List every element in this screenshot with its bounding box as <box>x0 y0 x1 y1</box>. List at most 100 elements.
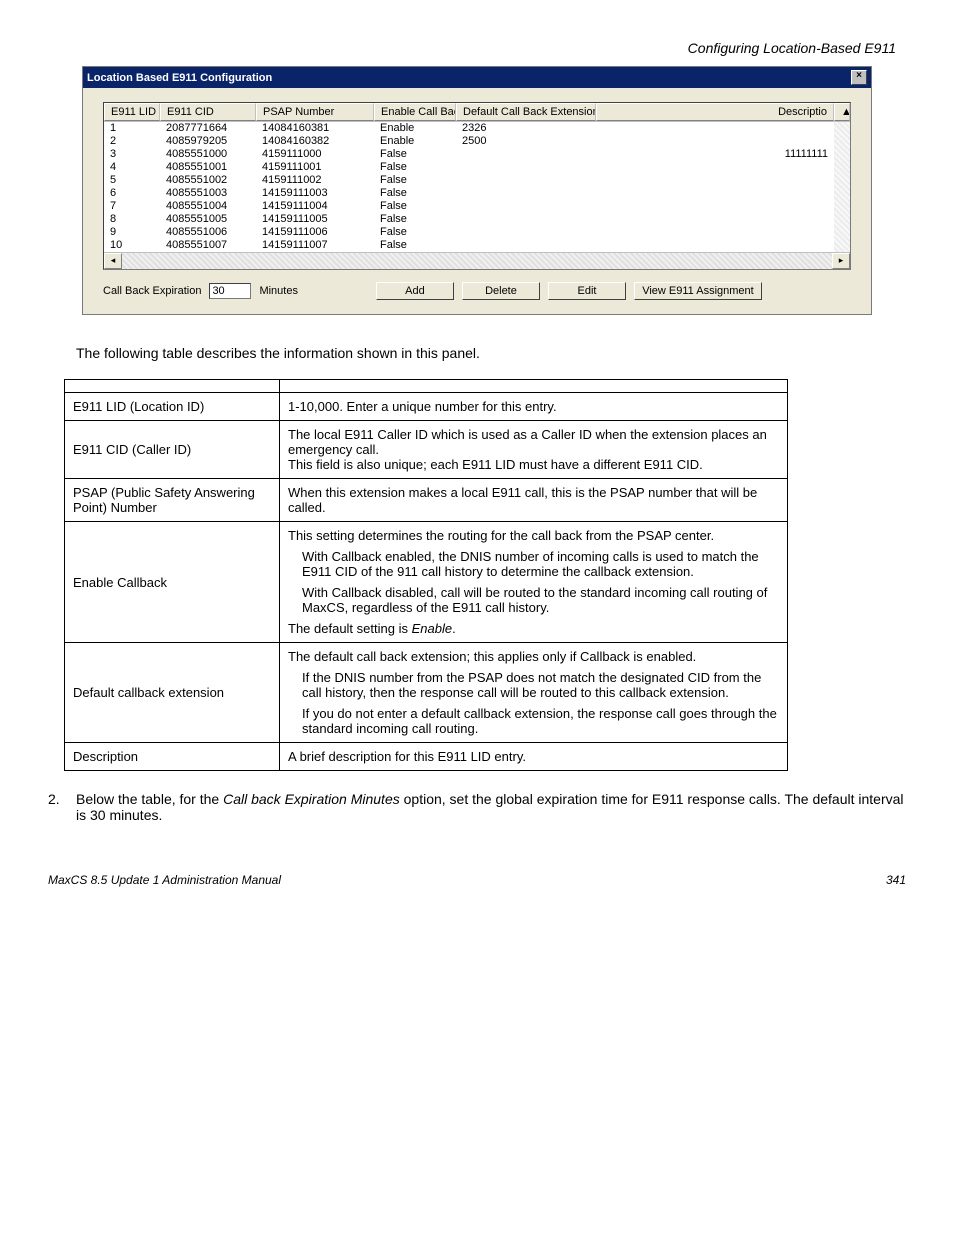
list-cell: 3 <box>104 148 160 161</box>
table-row[interactable]: 7408555100414159111004False <box>104 200 850 213</box>
table-row[interactable]: 440855510014159111001False <box>104 161 850 174</box>
list-cell: 4085551006 <box>160 226 256 239</box>
desc-row-label: E911 LID (Location ID) <box>65 393 280 421</box>
list-cell: 4085551005 <box>160 213 256 226</box>
listview-header: E911 LID E911 CID PSAP Number Enable Cal… <box>104 103 850 122</box>
edit-button[interactable]: Edit <box>548 282 626 300</box>
list-cell: 2 <box>104 135 160 148</box>
list-cell: 7 <box>104 200 160 213</box>
desc-row-label: Default callback extension <box>65 643 280 743</box>
list-cell <box>456 226 596 239</box>
list-cell: False <box>374 174 456 187</box>
table-row[interactable]: 540855510024159111002False <box>104 174 850 187</box>
list-cell: 4 <box>104 161 160 174</box>
list-cell: 14159111004 <box>256 200 374 213</box>
list-cell: 8 <box>104 213 160 226</box>
e911-config-dialog: Location Based E911 Configuration × E911… <box>82 66 872 315</box>
table-row[interactable]: 9408555100614159111006False <box>104 226 850 239</box>
list-cell: 4085551004 <box>160 200 256 213</box>
list-cell <box>596 122 850 135</box>
footer-doc-title: MaxCS 8.5 Update 1 Administration Manual <box>48 873 281 887</box>
list-cell: Enable <box>374 135 456 148</box>
table-row[interactable]: 10408555100714159111007False <box>104 239 850 252</box>
desc-row-text: The default call back extension; this ap… <box>280 643 788 743</box>
list-cell <box>596 161 850 174</box>
desc-row-label: Description <box>65 743 280 771</box>
list-cell: 2326 <box>456 122 596 135</box>
list-cell <box>456 174 596 187</box>
col-header-lid[interactable]: E911 LID <box>104 103 160 121</box>
col-header-psap[interactable]: PSAP Number <box>256 103 374 121</box>
page-footer: MaxCS 8.5 Update 1 Administration Manual… <box>48 873 906 887</box>
list-cell: 5 <box>104 174 160 187</box>
list-cell <box>456 200 596 213</box>
list-cell: 4085551002 <box>160 174 256 187</box>
table-row[interactable]: 6408555100314159111003False <box>104 187 850 200</box>
desc-row-text: When this extension makes a local E911 c… <box>280 479 788 522</box>
desc-row-text: The local E911 Caller ID which is used a… <box>280 421 788 479</box>
list-cell: 10 <box>104 239 160 252</box>
list-cell: 4085551003 <box>160 187 256 200</box>
col-header-enable-callback[interactable]: Enable Call Back <box>374 103 456 121</box>
col-header-cid[interactable]: E911 CID <box>160 103 256 121</box>
table-row[interactable]: 2408597920514084160382Enable2500 <box>104 135 850 148</box>
list-cell: False <box>374 161 456 174</box>
page-header-right: Configuring Location-Based E911 <box>48 40 896 56</box>
list-cell: False <box>374 226 456 239</box>
table-row[interactable]: 8408555100514159111005False <box>104 213 850 226</box>
list-cell: 14159111007 <box>256 239 374 252</box>
e911-listview[interactable]: E911 LID E911 CID PSAP Number Enable Cal… <box>103 102 851 270</box>
list-cell: 6 <box>104 187 160 200</box>
view-e911-assignment-button[interactable]: View E911 Assignment <box>634 282 762 300</box>
desc-row-text: 1-10,000. Enter a unique number for this… <box>280 393 788 421</box>
listview-body[interactable]: 1208777166414084160381Enable232624085979… <box>104 122 850 252</box>
desc-row-label: PSAP (Public Safety Answering Point) Num… <box>65 479 280 522</box>
list-cell: 4159111002 <box>256 174 374 187</box>
list-cell: 14159111005 <box>256 213 374 226</box>
list-cell: 4159111001 <box>256 161 374 174</box>
list-cell: False <box>374 239 456 252</box>
list-cell <box>456 239 596 252</box>
desc-row-label: Enable Callback <box>65 522 280 643</box>
list-cell: False <box>374 148 456 161</box>
table-row[interactable]: 340855510004159111000False 11111111 <box>104 148 850 161</box>
list-cell <box>596 187 850 200</box>
delete-button[interactable]: Delete <box>462 282 540 300</box>
field-description-table: E911 LID (Location ID) 1-10,000. Enter a… <box>64 379 788 771</box>
list-cell: 14159111006 <box>256 226 374 239</box>
scroll-left-icon[interactable]: ◂ <box>104 253 122 269</box>
vertical-scroll-track[interactable] <box>834 122 850 252</box>
close-icon[interactable]: × <box>851 70 867 85</box>
col-header-description[interactable]: Descriptio <box>596 103 834 121</box>
list-cell: 14159111003 <box>256 187 374 200</box>
desc-row-text: This setting determines the routing for … <box>280 522 788 643</box>
list-cell: 4085551000 <box>160 148 256 161</box>
list-cell <box>596 200 850 213</box>
sort-icon[interactable]: ▲ <box>834 103 850 121</box>
list-cell <box>596 239 850 252</box>
callback-expiration-label: Call Back Expiration <box>103 285 201 297</box>
list-cell: 1 <box>104 122 160 135</box>
list-cell: False <box>374 187 456 200</box>
scroll-right-icon[interactable]: ▸ <box>832 253 850 269</box>
desc-row-label: E911 CID (Caller ID) <box>65 421 280 479</box>
list-cell: 4085551007 <box>160 239 256 252</box>
list-cell: 4085551001 <box>160 161 256 174</box>
list-cell: 4159111000 <box>256 148 374 161</box>
list-cell <box>456 148 596 161</box>
col-header-default-cbe[interactable]: Default Call Back Extension <box>456 103 596 121</box>
scroll-track[interactable] <box>122 253 832 269</box>
step-2: 2. Below the table, for the Call back Ex… <box>48 791 906 823</box>
add-button[interactable]: Add <box>376 282 454 300</box>
table-row[interactable]: 1208777166414084160381Enable2326 <box>104 122 850 135</box>
list-cell <box>596 226 850 239</box>
callback-expiration-input[interactable] <box>209 283 251 299</box>
list-cell <box>456 161 596 174</box>
list-cell: 4085979205 <box>160 135 256 148</box>
desc-row-text: A brief description for this E911 LID en… <box>280 743 788 771</box>
list-cell: 9 <box>104 226 160 239</box>
minutes-label: Minutes <box>259 285 298 297</box>
list-cell: 11111111 <box>596 148 850 161</box>
narrative-intro: The following table describes the inform… <box>76 345 906 361</box>
horizontal-scrollbar[interactable]: ◂ ▸ <box>104 252 850 269</box>
